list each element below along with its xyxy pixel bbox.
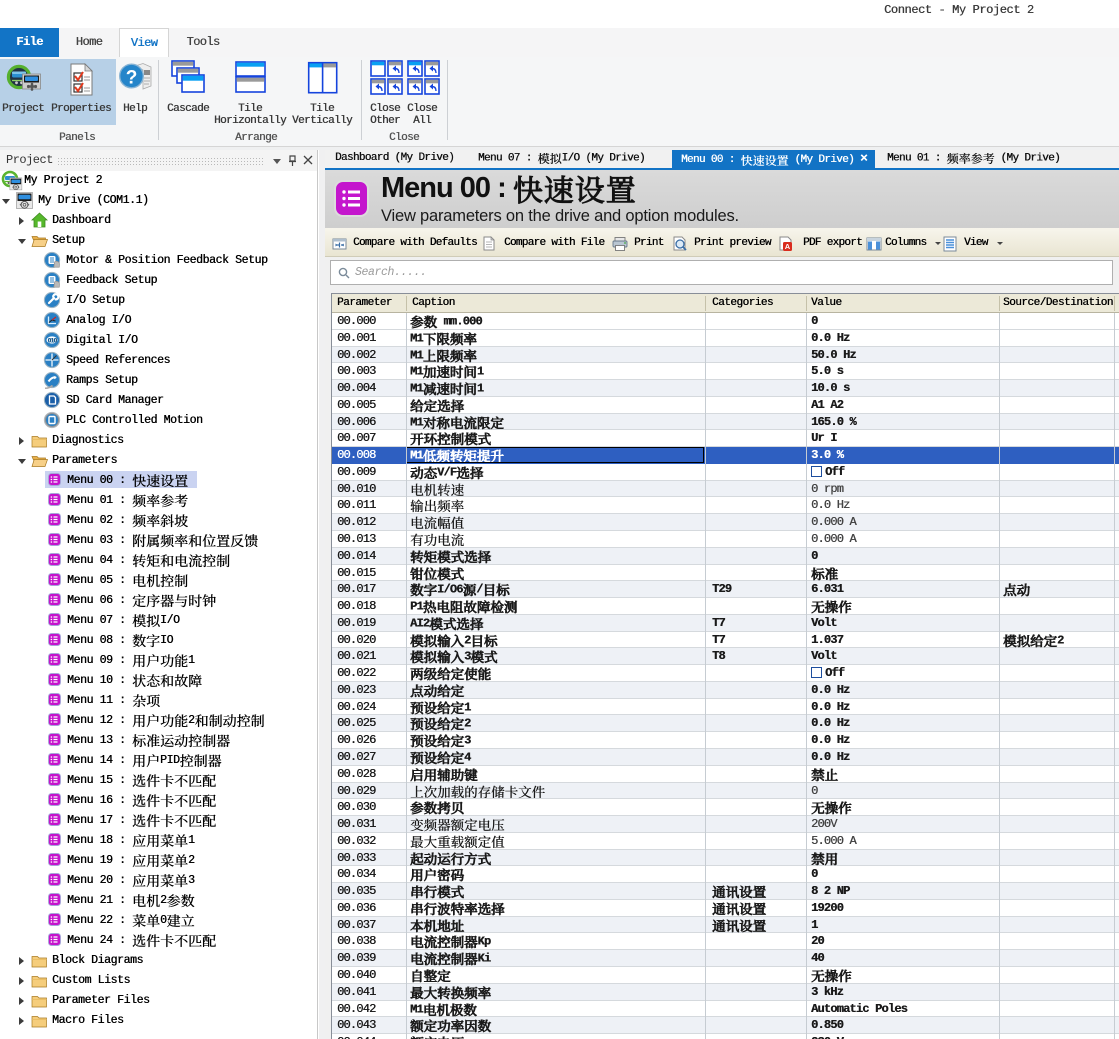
svg-text:?: ? (126, 68, 138, 89)
svg-text:A: A (785, 242, 791, 251)
svg-text:010: 010 (48, 338, 58, 344)
